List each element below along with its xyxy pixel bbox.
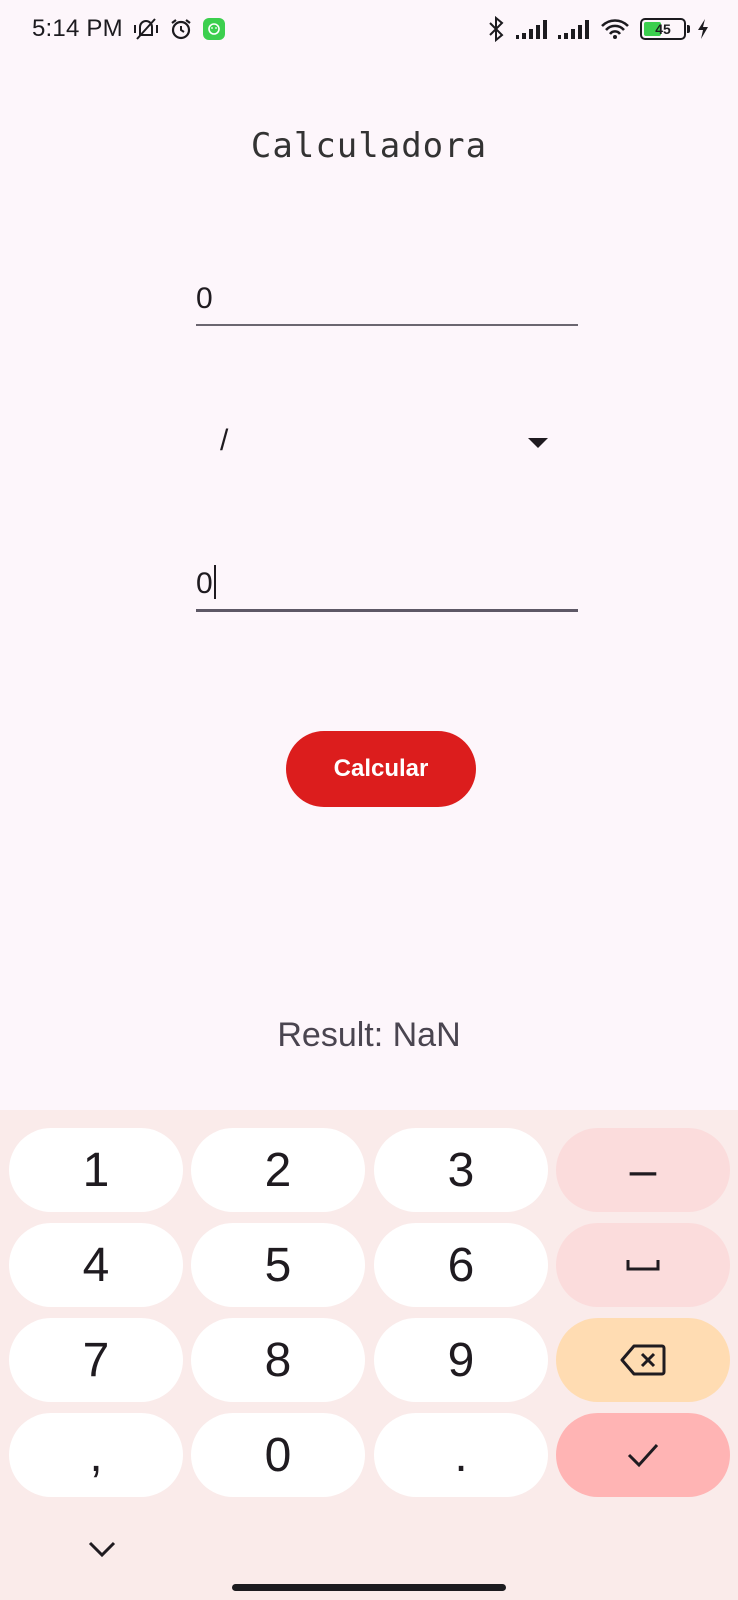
result-text: Result: NaN	[277, 1016, 461, 1054]
second-number-value-wrap: 0	[196, 565, 216, 601]
dropdown-arrow-icon	[528, 438, 548, 448]
signal-icon-2	[558, 18, 590, 40]
status-time: 5:14 PM	[32, 15, 123, 42]
status-right: 45	[486, 16, 710, 42]
key-space[interactable]	[556, 1223, 730, 1307]
battery-icon: 45	[640, 18, 690, 40]
text-cursor	[213, 565, 216, 599]
app-notification-icon	[202, 18, 225, 40]
chevron-down-icon	[88, 1541, 116, 1558]
key-1[interactable]: 1	[9, 1128, 183, 1212]
key-backspace[interactable]	[556, 1318, 730, 1402]
key-0[interactable]: 0	[191, 1413, 365, 1497]
operator-value: /	[220, 424, 229, 457]
status-left: 5:14 PM	[32, 15, 225, 43]
first-number-field[interactable]: 0	[196, 276, 578, 326]
key-done[interactable]	[556, 1413, 730, 1497]
backspace-icon	[620, 1344, 666, 1376]
key-3[interactable]: 3	[374, 1128, 548, 1212]
home-indicator[interactable]	[232, 1584, 506, 1591]
key-dot[interactable]: .	[374, 1413, 548, 1497]
operator-dropdown[interactable]: /	[196, 414, 578, 470]
app-title: Calculadora	[250, 126, 488, 166]
calculate-button[interactable]: Calcular	[286, 731, 476, 807]
second-number-field[interactable]: 0	[196, 562, 578, 612]
key-7[interactable]: 7	[9, 1318, 183, 1402]
key-9[interactable]: 9	[374, 1318, 548, 1402]
second-number-value: 0	[196, 567, 213, 600]
space-icon	[626, 1260, 660, 1271]
checkmark-icon	[627, 1443, 659, 1468]
key-6[interactable]: 6	[374, 1223, 548, 1307]
key-5[interactable]: 5	[191, 1223, 365, 1307]
key-4[interactable]: 4	[9, 1223, 183, 1307]
key-minus[interactable]: –	[556, 1128, 730, 1212]
charging-icon	[696, 18, 710, 40]
wifi-icon	[600, 18, 630, 40]
signal-icon	[516, 18, 548, 40]
first-number-value: 0	[196, 282, 213, 315]
key-8[interactable]: 8	[191, 1318, 365, 1402]
keyboard-collapse-button[interactable]	[84, 1534, 120, 1564]
numeric-keyboard: 1 2 3 – 4 5 6 7 8 9 , 0 .	[0, 1110, 738, 1600]
key-2[interactable]: 2	[191, 1128, 365, 1212]
vibrate-off-icon	[133, 17, 159, 41]
battery-level: 45	[655, 21, 671, 37]
key-comma[interactable]: ,	[9, 1413, 183, 1497]
alarm-icon	[169, 17, 193, 41]
bluetooth-icon	[486, 16, 506, 42]
status-bar: 5:14 PM 45	[0, 0, 738, 58]
